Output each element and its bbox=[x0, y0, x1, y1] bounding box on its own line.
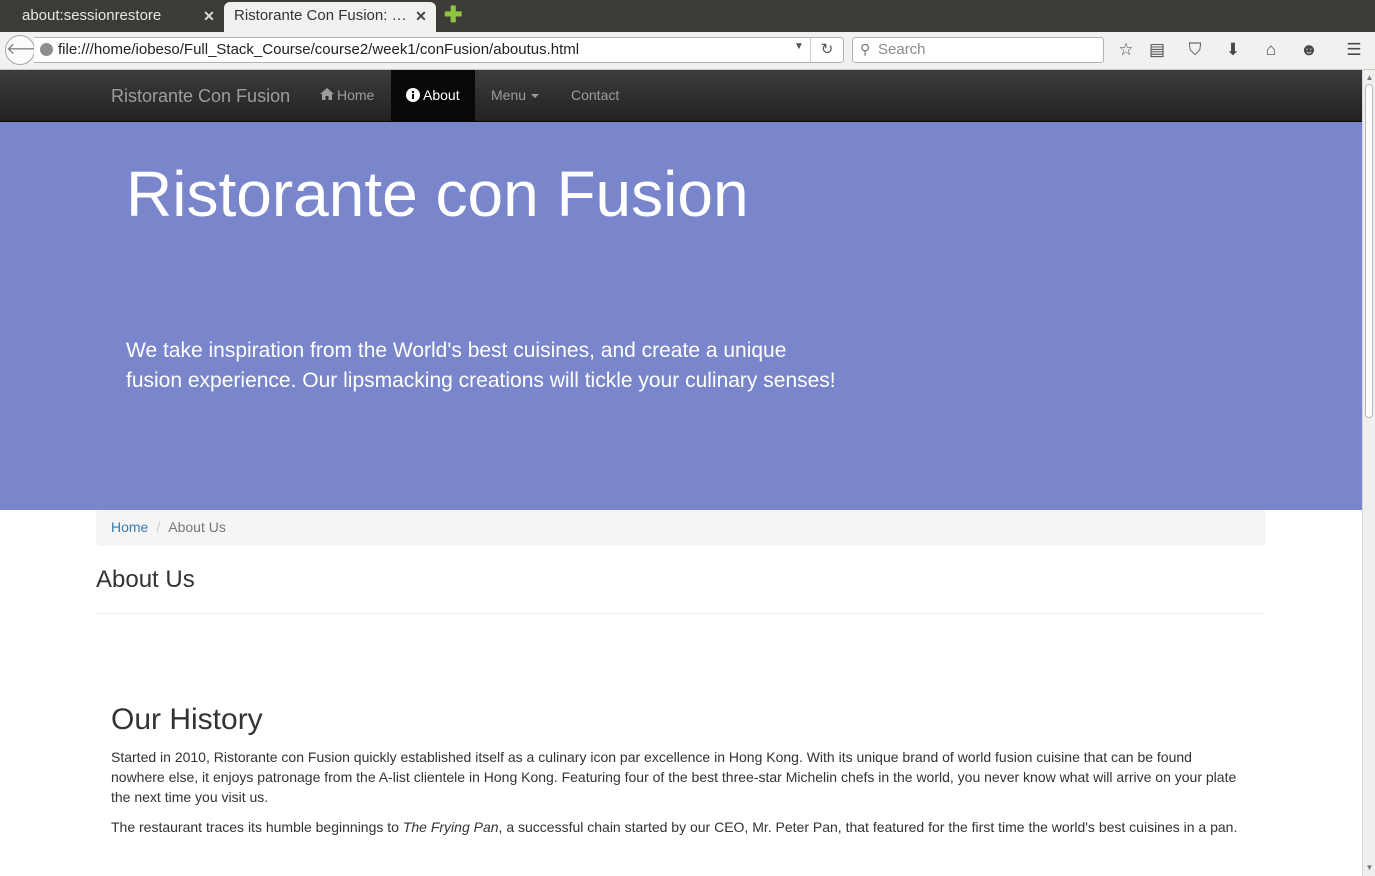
page-viewport: Ristorante Con Fusion Home About Menu Co… bbox=[0, 70, 1362, 876]
search-icon: ⚲ bbox=[860, 41, 871, 57]
history-paragraph-2: The restaurant traces its humble beginni… bbox=[111, 817, 1241, 837]
browser-tab-ristorante[interactable]: Ristorante Con Fusion: … ✕ bbox=[224, 2, 436, 32]
chat-icon[interactable]: ☻ bbox=[1298, 39, 1320, 61]
pocket-icon[interactable]: ⛉ bbox=[1184, 39, 1206, 61]
new-tab-plus-icon[interactable]: ✚ bbox=[444, 4, 462, 26]
history-paragraph-1: Started in 2010, Ristorante con Fusion q… bbox=[111, 749, 1237, 805]
nav-item-contact[interactable]: Contact bbox=[556, 70, 634, 121]
history-paragraph-2-start: The restaurant traces its humble beginni… bbox=[111, 819, 403, 835]
jumbotron: Ristorante con Fusion We take inspiratio… bbox=[0, 122, 1362, 510]
scrollbar-thumb[interactable] bbox=[1365, 84, 1373, 418]
nav-label: Menu bbox=[491, 87, 527, 103]
jumbotron-title: Ristorante con Fusion bbox=[126, 158, 749, 230]
home-icon[interactable]: ⌂ bbox=[1260, 39, 1282, 61]
nav-item-about[interactable]: About bbox=[391, 70, 475, 121]
site-identity-icon[interactable] bbox=[40, 43, 53, 56]
page-title: About Us bbox=[96, 566, 195, 593]
browser-tab-sessionrestore[interactable]: about:sessionrestore ✕ bbox=[0, 2, 224, 32]
url-text[interactable]: file:///home/iobeso/Full_Stack_Course/co… bbox=[58, 41, 579, 58]
reload-icon[interactable]: ↻ bbox=[810, 38, 843, 62]
tab-close-icon[interactable]: ✕ bbox=[202, 2, 216, 30]
bookmark-star-icon[interactable]: ☆ bbox=[1115, 39, 1137, 61]
frying-pan-emphasis: The Frying Pan bbox=[402, 819, 499, 835]
search-placeholder: Search bbox=[878, 41, 926, 58]
url-bar[interactable]: file:///home/iobeso/Full_Stack_Course/co… bbox=[34, 37, 844, 63]
page-header: About Us bbox=[96, 566, 1266, 614]
tab-close-icon[interactable]: ✕ bbox=[414, 2, 428, 30]
reading-list-icon[interactable]: ▤ bbox=[1146, 39, 1168, 61]
hamburger-menu-icon[interactable]: ☰ bbox=[1343, 39, 1365, 61]
search-input[interactable]: ⚲ Search bbox=[852, 37, 1104, 63]
scroll-down-arrow-icon[interactable]: ▼ bbox=[1364, 862, 1375, 874]
tab-title: about:sessionrestore bbox=[22, 7, 162, 24]
breadcrumb-separator: / bbox=[156, 519, 161, 535]
browser-tab-strip: about:sessionrestore ✕ Ristorante Con Fu… bbox=[0, 0, 1375, 32]
history-paragraph-2-end: , a successful chain started by our CEO,… bbox=[498, 819, 1238, 835]
history-heading: Our History bbox=[111, 703, 263, 736]
home-icon bbox=[320, 70, 334, 121]
breadcrumb-current: About Us bbox=[168, 519, 226, 535]
nav-item-menu-dropdown[interactable]: Menu bbox=[476, 70, 554, 121]
back-arrow-icon[interactable]: 🡐 bbox=[5, 35, 49, 65]
nav-label: Contact bbox=[571, 87, 620, 103]
vertical-scrollbar[interactable]: ▲ ▼ bbox=[1362, 70, 1375, 876]
download-icon[interactable]: ⬇ bbox=[1222, 39, 1244, 61]
info-sign-icon bbox=[406, 70, 420, 121]
navbar-brand[interactable]: Ristorante Con Fusion bbox=[111, 86, 290, 107]
nav-label: About bbox=[423, 87, 460, 103]
jumbotron-text: We take inspiration from the World's bes… bbox=[126, 339, 836, 392]
tab-title: Ristorante Con Fusion: … bbox=[234, 7, 407, 24]
caret-down-icon bbox=[531, 94, 540, 99]
site-navbar: Ristorante Con Fusion Home About Menu Co… bbox=[0, 70, 1362, 122]
url-dropdown-icon[interactable]: ▼ bbox=[794, 41, 804, 52]
nav-label: Home bbox=[337, 87, 375, 103]
scroll-up-arrow-icon[interactable]: ▲ bbox=[1364, 72, 1375, 84]
nav-item-home[interactable]: Home bbox=[305, 70, 389, 121]
breadcrumb: Home / About Us bbox=[96, 510, 1266, 546]
breadcrumb-home-link[interactable]: Home bbox=[111, 519, 148, 535]
browser-toolbar: 🡐 file:///home/iobeso/Full_Stack_Course/… bbox=[0, 32, 1375, 70]
